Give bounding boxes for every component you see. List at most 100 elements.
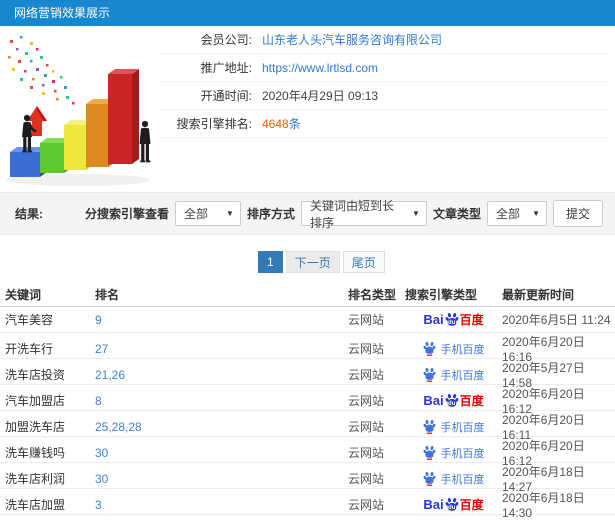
baidu-logo-du-text: du — [447, 320, 456, 326]
baidu-paw-icon: du — [445, 312, 459, 327]
engine-cell: Bai du 百度 — [405, 312, 502, 328]
baidu-logo-bai-text: Bai — [423, 393, 444, 408]
baidu-mobile-paw-icon — [423, 471, 436, 486]
marketing-report-page: 网络营销效果展示 会员公司: 山东老人头汽车服务咨询有限公司 推广地址: htt… — [0, 0, 615, 520]
keyword-cell: 加盟洗车店 — [5, 420, 66, 434]
keyword-cell: 洗车店利润 — [5, 472, 66, 486]
page-current[interactable]: 1 — [258, 251, 283, 273]
baidu-logo-bai-text: Bai — [423, 497, 444, 512]
updated-cell: 2020年6月18日 14:30 — [502, 491, 585, 520]
column-header: 排名 — [95, 288, 120, 302]
ranking-unit[interactable]: 条 — [289, 117, 301, 131]
rank-type-cell: 云网站 — [348, 342, 385, 356]
chevron-down-icon: ▼ — [412, 209, 420, 218]
baidu-mobile-logo-icon: 手机百度 — [423, 367, 485, 383]
table-row: 加盟洗车店 25,28,28 云网站 手机百度 2020年6月20日 16:11 — [0, 411, 615, 442]
baidu-mobile-paw-icon — [423, 419, 436, 434]
keyword-cell: 洗车店投资 — [5, 368, 66, 382]
sort-label: 排序方式 — [246, 207, 295, 221]
page-next-button[interactable]: 下一页 — [285, 251, 340, 273]
baidu-mobile-paw-icon — [423, 341, 436, 356]
info-label: 会员公司: — [200, 33, 252, 47]
rank-type-cell: 云网站 — [348, 368, 385, 382]
submit-button[interactable]: 提交 — [552, 200, 603, 227]
info-value: 4648条 — [262, 115, 301, 132]
rank-cell[interactable]: 9 — [95, 313, 348, 327]
engine-cell: Bai du 百度 — [405, 497, 502, 513]
rank-type-cell: 云网站 — [348, 472, 385, 486]
engine-cell: 手机百度 — [405, 471, 502, 487]
baidu-pc-logo-icon: Bai du 百度 — [423, 497, 484, 513]
keyword-cell: 洗车赚钱吗 — [5, 446, 66, 460]
baidu-paw-icon: du — [445, 497, 459, 512]
info-label: 开通时间: — [200, 89, 252, 103]
column-header: 搜索引擎类型 — [405, 288, 478, 302]
baidu-logo-bai-text: Bai — [423, 312, 444, 327]
rank-type-cell: 云网站 — [348, 420, 385, 434]
rank-cell[interactable]: 30 — [95, 472, 348, 486]
sort-value: 关键词由短到长排序 — [309, 198, 394, 230]
rank-cell[interactable]: 30 — [95, 446, 348, 460]
baidu-mobile-label: 手机百度 — [440, 473, 485, 486]
info-row: 搜索引擎排名: 4648条 — [160, 110, 610, 138]
info-row: 推广地址: https://www.lrtlsd.com — [160, 54, 610, 82]
sort-select[interactable]: 关键词由短到长排序 ▼ — [300, 199, 427, 230]
baidu-mobile-paw-icon — [423, 445, 436, 460]
engine-filter-select[interactable]: 全部 ▼ — [174, 201, 241, 226]
baidu-mobile-label: 手机百度 — [440, 421, 485, 434]
column-header: 排名类型 — [348, 288, 397, 302]
title-bar: 网络营销效果展示 — [0, 0, 615, 26]
table-row: 开洗车行 27 云网站 手机百度 2020年6月20日 16:16 — [0, 333, 615, 364]
rank-type-cell: 云网站 — [348, 313, 385, 327]
rank-cell[interactable]: 3 — [95, 498, 348, 512]
keyword-cell: 开洗车行 — [5, 342, 54, 356]
baidu-mobile-logo-icon: 手机百度 — [423, 471, 485, 487]
baidu-mobile-paw-icon — [423, 367, 436, 382]
article-type-label: 文章类型 — [432, 207, 481, 221]
engine-cell: 手机百度 — [405, 445, 502, 461]
engine-filter-value: 全部 — [183, 207, 208, 221]
baidu-logo-du-text: du — [447, 401, 456, 407]
table-header-row: 关键词 排名 排名类型 搜索引擎类型 最新更新时间 — [0, 283, 615, 307]
businessman-right — [139, 120, 151, 163]
confetti-dots — [8, 36, 75, 105]
growth-chart-illustration — [6, 36, 151, 186]
chevron-down-icon: ▼ — [532, 209, 540, 218]
filter-bar: 结果: 分搜索引擎查看 全部 ▼ 排序方式 关键词由短到长排序 ▼ 文章类型 全… — [0, 192, 615, 235]
article-type-value: 全部 — [495, 207, 520, 221]
info-value[interactable]: 山东老人头汽车服务咨询有限公司 — [262, 31, 442, 48]
article-type-select[interactable]: 全部 ▼ — [486, 201, 547, 226]
table-row: 洗车店加盟 3 云网站 Bai du 百度 2020年6月18日 14:30 — [0, 489, 615, 520]
rank-type-cell: 云网站 — [348, 446, 385, 460]
rank-type-cell: 云网站 — [348, 498, 385, 512]
table-row: 汽车加盟店 8 云网站 Bai du 百度 2020年6月20日 16:12 — [0, 385, 615, 416]
table-row: 洗车赚钱吗 30 云网站 手机百度 2020年6月20日 16:12 — [0, 437, 615, 468]
engine-cell: Bai du 百度 — [405, 393, 502, 409]
baidu-logo-cn-text: 百度 — [459, 394, 484, 408]
rank-cell[interactable]: 27 — [95, 342, 348, 356]
baidu-logo-cn-text: 百度 — [459, 498, 484, 512]
rank-cell[interactable]: 8 — [95, 394, 348, 408]
info-label: 推广地址: — [200, 61, 252, 75]
rank-cell[interactable]: 25,28,28 — [95, 420, 348, 434]
bar-red — [108, 69, 139, 164]
engine-cell: 手机百度 — [405, 367, 502, 383]
engine-cell: 手机百度 — [405, 419, 502, 435]
baidu-logo-cn-text: 百度 — [459, 313, 484, 327]
engine-cell: 手机百度 — [405, 341, 502, 357]
keyword-cell: 洗车店加盟 — [5, 498, 66, 512]
info-value: 2020年4月29日 09:13 — [262, 89, 379, 103]
page-title: 网络营销效果展示 — [14, 6, 111, 20]
rank-type-cell: 云网站 — [348, 394, 385, 408]
column-header: 最新更新时间 — [502, 288, 575, 302]
rank-cell[interactable]: 21,26 — [95, 368, 348, 382]
info-value[interactable]: https://www.lrtlsd.com — [262, 61, 378, 75]
table-row: 汽车美容 9 云网站 Bai du 百度 2020年6月5日 11:24 — [0, 307, 615, 333]
page-last-button[interactable]: 尾页 — [342, 251, 385, 273]
baidu-mobile-label: 手机百度 — [440, 447, 485, 460]
info-label: 搜索引擎排名: — [176, 117, 252, 131]
result-label: 结果: — [15, 207, 43, 221]
table-row: 洗车店投资 21,26 云网站 手机百度 2020年5月27日 14:58 — [0, 359, 615, 390]
baidu-mobile-label: 手机百度 — [440, 343, 485, 356]
baidu-pc-logo-icon: Bai du 百度 — [423, 393, 484, 409]
